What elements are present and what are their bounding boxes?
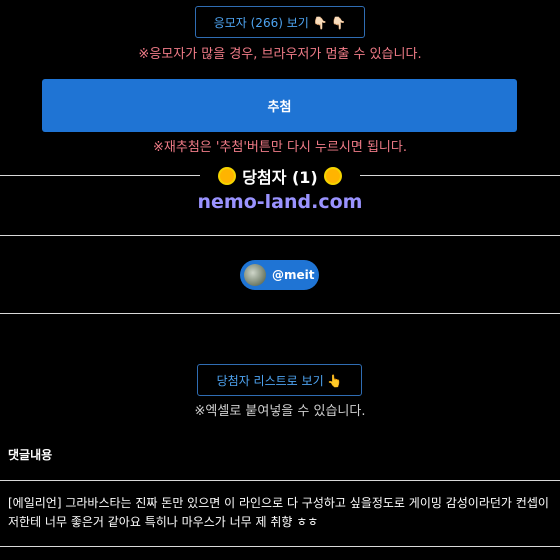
winner-chip[interactable]: @meit: [240, 260, 319, 290]
comments-header: 댓글내용: [8, 448, 53, 462]
chip-divider: [0, 313, 560, 314]
view-winner-list-button[interactable]: 당첨자 리스트로 보기 👆: [197, 364, 362, 396]
redraw-warning: ※재추첨은 '추첨'버튼만 다시 누르시면 됩니다.: [153, 140, 407, 155]
view-applicants-button[interactable]: 응모자 (266) 보기 👇🏻 👇🏻: [195, 6, 365, 38]
winners-divider-left: [0, 175, 200, 176]
section-divider: [0, 235, 560, 236]
excel-note: ※엑셀로 붙여넣을 수 있습니다.: [194, 404, 366, 419]
comments-divider-top: [0, 480, 560, 481]
avatar: [244, 264, 266, 286]
sun-icon: [220, 169, 235, 183]
comment-item: [에일리언] 그라바스타는 진짜 돈만 있으면 이 라인으로 다 구성하고 싶을…: [8, 496, 549, 529]
draw-button[interactable]: 추첨: [42, 79, 517, 132]
site-name: nemo-land.com: [197, 191, 363, 213]
winners-divider-right: [360, 175, 560, 176]
comments-divider-bottom: [0, 546, 560, 547]
winners-heading: 당첨자 (1): [200, 163, 360, 189]
browser-warning: ※응모자가 많을 경우, 브라우저가 멈출 수 있습니다.: [138, 47, 422, 62]
view-winner-list-label: 당첨자 리스트로 보기 👆: [216, 373, 343, 388]
winners-title: 당첨자 (1): [242, 168, 318, 187]
draw-button-label: 추첨: [267, 100, 292, 115]
winner-handle: @meit: [272, 268, 315, 282]
view-applicants-label: 응모자 (266) 보기 👇🏻 👇🏻: [213, 15, 347, 30]
sun-icon: [325, 169, 340, 183]
